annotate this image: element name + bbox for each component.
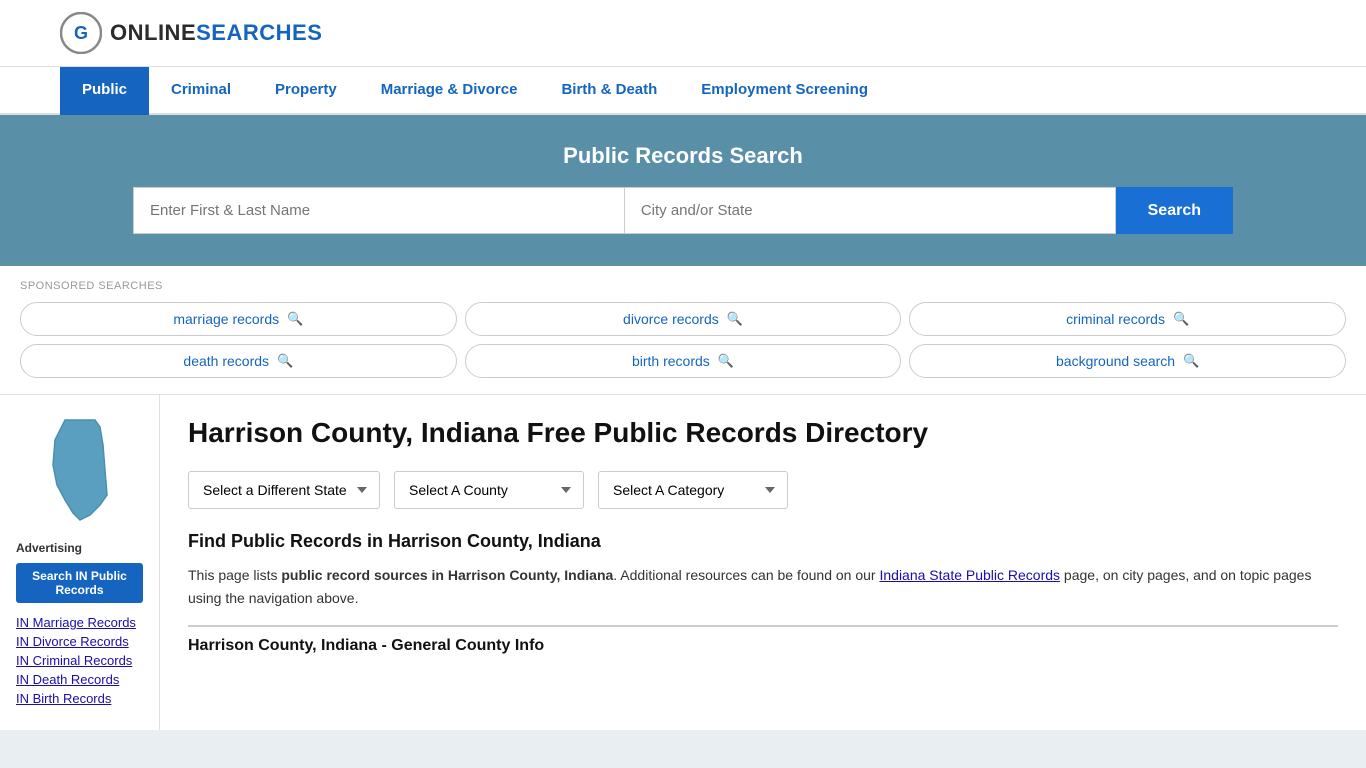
county-dropdown[interactable]: Select A County [394,471,584,509]
sidebar-link-birth[interactable]: IN Birth Records [16,691,143,706]
svg-text:G: G [74,23,88,43]
sponsored-label: SPONSORED SEARCHES [20,280,1346,292]
sponsored-grid: marriage records 🔍 divorce records 🔍 cri… [20,302,1346,378]
main-content: Harrison County, Indiana Free Public Rec… [160,395,1366,730]
sidebar-link-death[interactable]: IN Death Records [16,672,143,687]
page-title: Harrison County, Indiana Free Public Rec… [188,415,1338,451]
search-icon: 🔍 [1183,353,1199,369]
nav-item-public[interactable]: Public [60,67,149,115]
content-inner: Advertising Search IN Public Records IN … [0,395,1366,730]
sidebar-ad-button[interactable]: Search IN Public Records [16,563,143,603]
search-form: Search [133,187,1233,234]
state-dropdown[interactable]: Select a Different State [188,471,380,509]
name-input[interactable] [133,187,624,234]
logo[interactable]: G ONLINESEARCHES [60,12,322,54]
nav-item-birth-death[interactable]: Birth & Death [539,67,679,115]
search-icon: 🔍 [718,353,734,369]
advertising-label: Advertising [16,541,143,555]
sidebar-link-marriage[interactable]: IN Marriage Records [16,615,143,630]
search-banner-title: Public Records Search [60,143,1306,169]
sponsored-item-marriage[interactable]: marriage records 🔍 [20,302,457,336]
sponsored-item-label: birth records [632,353,710,369]
dropdowns-row: Select a Different State Select A County… [188,471,1338,509]
sponsored-item-divorce[interactable]: divorce records 🔍 [465,302,902,336]
city-input[interactable] [624,187,1116,234]
sponsored-item-label: background search [1056,353,1175,369]
sponsored-item-label: death records [183,353,269,369]
nav-item-criminal[interactable]: Criminal [149,67,253,115]
sidebar-link-divorce[interactable]: IN Divorce Records [16,634,143,649]
search-icon: 🔍 [727,311,743,327]
main-nav: Public Criminal Property Marriage & Divo… [0,67,1366,115]
sponsored-item-birth[interactable]: birth records 🔍 [465,344,902,378]
sponsored-item-label: divorce records [623,311,719,327]
logo-icon: G [60,12,102,54]
state-map [16,415,143,525]
content-section: SPONSORED SEARCHES marriage records 🔍 di… [0,266,1366,730]
sponsored-item-label: criminal records [1066,311,1165,327]
find-heading: Find Public Records in Harrison County, … [188,531,1338,552]
sponsored-item-label: marriage records [173,311,279,327]
nav-item-marriage-divorce[interactable]: Marriage & Divorce [359,67,540,115]
indiana-state-link[interactable]: Indiana State Public Records [879,567,1060,583]
nav-item-employment[interactable]: Employment Screening [679,67,890,115]
indiana-map-svg [35,415,125,525]
search-icon: 🔍 [287,311,303,327]
category-dropdown[interactable]: Select A Category [598,471,788,509]
sidebar-link-criminal[interactable]: IN Criminal Records [16,653,143,668]
sponsored-item-background[interactable]: background search 🔍 [909,344,1346,378]
search-banner: Public Records Search Search [0,115,1366,266]
sponsored-item-criminal[interactable]: criminal records 🔍 [909,302,1346,336]
description-text: This page lists public record sources in… [188,564,1338,609]
search-icon: 🔍 [277,353,293,369]
sponsored-item-death[interactable]: death records 🔍 [20,344,457,378]
search-icon: 🔍 [1173,311,1189,327]
header: G ONLINESEARCHES [0,0,1366,67]
nav-item-property[interactable]: Property [253,67,359,115]
general-info-heading: Harrison County, Indiana - General Count… [188,625,1338,655]
sponsored-section: SPONSORED SEARCHES marriage records 🔍 di… [0,266,1366,395]
sidebar: Advertising Search IN Public Records IN … [0,395,160,730]
logo-text: ONLINESEARCHES [110,20,322,46]
search-button[interactable]: Search [1116,187,1233,234]
